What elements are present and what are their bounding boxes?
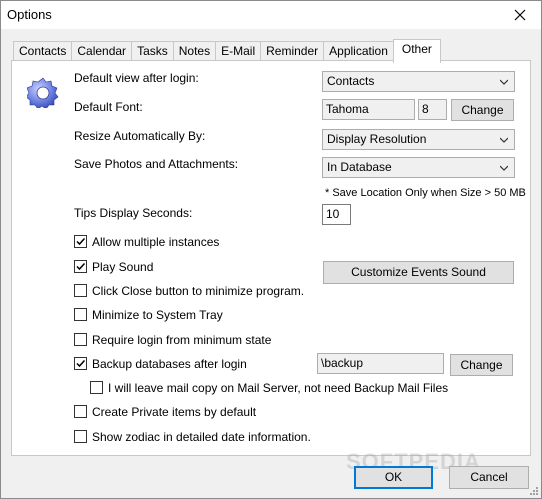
resize-grip-icon[interactable] (527, 484, 539, 496)
chevron-down-icon (500, 137, 508, 143)
allow-multiple-instances-label: Allow multiple instances (92, 235, 220, 249)
show-zodiac-label: Show zodiac in detailed date information… (92, 430, 311, 444)
tab-contacts[interactable]: Contacts (13, 41, 73, 62)
save-photos-dropdown[interactable]: In Database (322, 157, 515, 178)
tab-email[interactable]: E-Mail (215, 41, 262, 62)
tab-tasks[interactable]: Tasks (131, 41, 174, 62)
close-minimize-label: Click Close button to minimize program. (92, 284, 305, 298)
options-window: Options Contacts Calendar Tasks Notes E-… (0, 0, 542, 499)
private-items-checkbox[interactable] (74, 405, 87, 418)
close-icon (514, 9, 526, 21)
cancel-button[interactable]: Cancel (449, 466, 529, 489)
default-font-label: Default Font: (74, 100, 143, 114)
ok-button[interactable]: OK (354, 466, 433, 489)
default-view-label: Default view after login: (74, 71, 199, 85)
backup-path-field[interactable]: \backup (317, 353, 444, 374)
resize-value: Display Resolution (327, 132, 427, 146)
tab-reminder[interactable]: Reminder (260, 41, 325, 62)
tips-seconds-field[interactable]: 10 (322, 204, 351, 225)
resize-label: Resize Automatically By: (74, 129, 206, 143)
change-backup-path-button[interactable]: Change (450, 354, 513, 376)
backup-databases-checkbox[interactable] (74, 357, 87, 370)
play-sound-checkbox[interactable] (74, 260, 87, 273)
checkmark-icon (76, 237, 86, 246)
save-photos-value: In Database (327, 160, 392, 174)
tips-seconds-label: Tips Display Seconds: (74, 206, 193, 220)
tab-notes[interactable]: Notes (172, 41, 217, 62)
tab-calendar[interactable]: Calendar (71, 41, 133, 62)
default-view-dropdown[interactable]: Contacts (322, 71, 515, 92)
window-title: Options (7, 7, 52, 22)
require-login-checkbox[interactable] (74, 333, 87, 346)
minimize-tray-checkbox[interactable] (74, 308, 87, 321)
font-name-field[interactable]: Tahoma (322, 99, 415, 120)
leave-mail-copy-label: I will leave mail copy on Mail Server, n… (108, 381, 449, 395)
default-view-value: Contacts (327, 74, 375, 88)
close-button[interactable] (505, 3, 535, 27)
customize-events-sound-button[interactable]: Customize Events Sound (323, 261, 514, 284)
font-size-field[interactable]: 8 (418, 99, 447, 120)
checkmark-icon (76, 262, 86, 271)
require-login-label: Require login from minimum state (92, 333, 272, 347)
gear-icon (27, 77, 59, 108)
play-sound-label: Play Sound (92, 260, 154, 274)
close-minimize-checkbox[interactable] (74, 284, 87, 297)
minimize-tray-label: Minimize to System Tray (92, 308, 223, 322)
checkmark-icon (76, 359, 86, 368)
private-items-label: Create Private items by default (92, 405, 257, 419)
resize-dropdown[interactable]: Display Resolution (322, 129, 515, 150)
tab-strip: Contacts Calendar Tasks Notes E-Mail Rem… (13, 39, 441, 63)
title-bar: Options (1, 1, 541, 29)
tab-application[interactable]: Application (323, 41, 394, 62)
tab-other[interactable]: Other (392, 39, 441, 63)
change-font-button[interactable]: Change (451, 99, 514, 121)
save-location-note: * Save Location Only when Size > 50 MB (325, 187, 526, 199)
chevron-down-icon (500, 79, 508, 85)
backup-databases-label: Backup databases after login (92, 357, 247, 371)
show-zodiac-checkbox[interactable] (74, 430, 87, 443)
allow-multiple-instances-checkbox[interactable] (74, 235, 87, 248)
leave-mail-copy-checkbox[interactable] (90, 381, 103, 394)
save-photos-label: Save Photos and Attachments: (74, 157, 239, 171)
chevron-down-icon (500, 165, 508, 171)
